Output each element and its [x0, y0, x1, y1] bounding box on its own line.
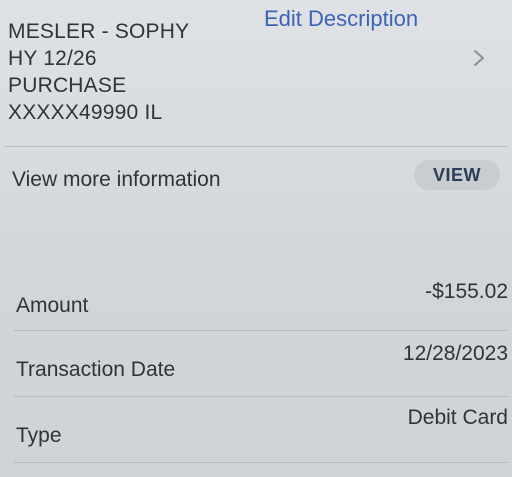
- transaction-description[interactable]: MESLER - SOPHY HY 12/26 PURCHASE XXXXX49…: [8, 18, 258, 126]
- detail-row-type: Type Debit Card: [0, 404, 512, 466]
- view-button[interactable]: VIEW: [414, 160, 500, 190]
- divider: [14, 330, 508, 331]
- amount-value: -$155.02: [425, 280, 508, 303]
- type-value: Debit Card: [407, 406, 508, 429]
- view-more-information-label: View more information: [12, 168, 221, 191]
- description-line-4: XXXXX49990 IL: [8, 101, 163, 124]
- transaction-detail-screen: MESLER - SOPHY HY 12/26 PURCHASE XXXXX49…: [0, 0, 512, 477]
- divider: [14, 396, 508, 397]
- chevron-right-icon[interactable]: [470, 48, 488, 68]
- amount-label: Amount: [16, 294, 89, 317]
- transaction-date-label: Transaction Date: [16, 358, 176, 381]
- edit-description-link[interactable]: Edit Description: [264, 6, 418, 32]
- transaction-date-value: 12/28/2023: [402, 342, 508, 365]
- description-line-1: MESLER - SOPHY: [8, 20, 190, 43]
- divider: [14, 462, 508, 463]
- divider: [4, 146, 508, 147]
- detail-row-transaction-date: Transaction Date 12/28/2023: [0, 340, 512, 402]
- view-more-information-row[interactable]: View more information VIEW: [0, 150, 512, 220]
- description-line-2: HY 12/26: [8, 47, 97, 70]
- type-label: Type: [16, 424, 62, 447]
- detail-row-amount: Amount -$155.02: [0, 276, 512, 338]
- description-line-3: PURCHASE: [8, 74, 127, 97]
